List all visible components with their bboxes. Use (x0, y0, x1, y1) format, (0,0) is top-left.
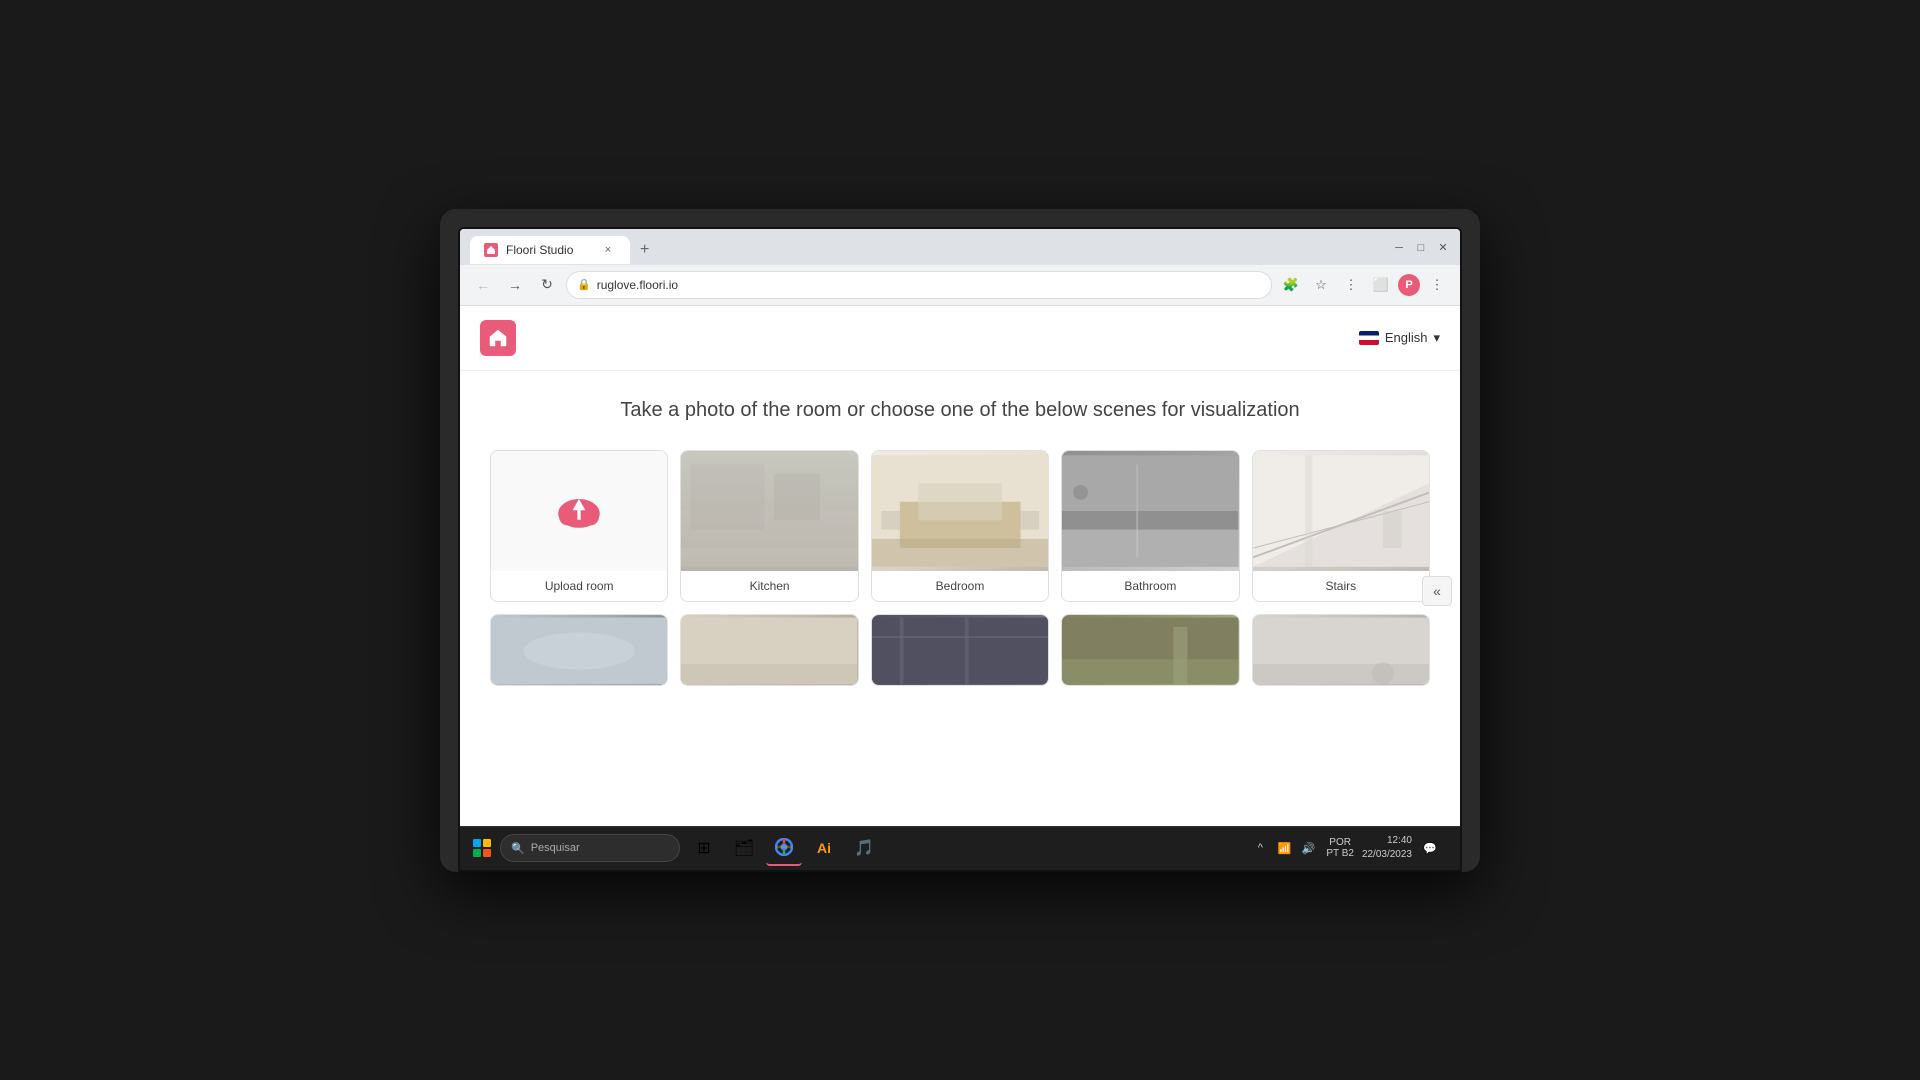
profile-icon[interactable]: P (1398, 274, 1420, 296)
taskbar-time: 12:40 (1362, 834, 1412, 848)
taskbar-apps: ⊞ 🗂 Ai 🎵 (686, 830, 882, 866)
maximize-button[interactable]: □ (1414, 241, 1428, 255)
kitchen-image (681, 451, 857, 571)
volume-icon[interactable]: 🔊 (1298, 838, 1318, 858)
laptop-shell: Floori Studio × + ─ □ ✕ ← → ↻ 🔒 ruglove. (440, 209, 1480, 872)
notification-icon[interactable]: 💬 (1420, 838, 1440, 858)
win-logo-square-2 (483, 839, 491, 847)
taskbar-app-chrome[interactable] (766, 830, 802, 866)
taskbar-app-other[interactable]: 🎵 (846, 830, 882, 866)
kitchen-label: Kitchen (681, 571, 857, 601)
upload-icon-container (552, 491, 606, 531)
windows-taskbar: 🔍 Pesquisar ⊞ 🗂 Ai (460, 826, 1460, 870)
taskbar-lang-code: POR (1326, 837, 1354, 848)
extensions-icon[interactable]: 🧩 (1278, 272, 1304, 298)
browser-titlebar: Floori Studio × + ─ □ ✕ (460, 229, 1460, 265)
windows-logo (473, 839, 491, 857)
taskbar-date: 22/03/2023 (1362, 848, 1412, 862)
puzzle-icon[interactable]: ⬜ (1368, 272, 1394, 298)
taskbar-app-files[interactable]: 🗂 (726, 830, 762, 866)
collapse-button[interactable]: « (1422, 576, 1452, 606)
bathroom-label: Bathroom (1062, 571, 1238, 601)
minimize-button[interactable]: ─ (1392, 241, 1406, 255)
network-icon[interactable]: 📶 (1274, 838, 1294, 858)
scene-partial-3[interactable] (871, 614, 1049, 686)
tab-close-button[interactable]: × (600, 242, 616, 258)
tab-favicon (484, 243, 498, 257)
address-bar[interactable]: 🔒 ruglove.floori.io (566, 271, 1272, 299)
show-desktop-button[interactable] (1448, 832, 1454, 864)
taskbar-lang-sub: PT B2 (1326, 848, 1354, 859)
bathroom-image (1062, 451, 1238, 571)
back-button[interactable]: ← (470, 272, 496, 298)
start-button[interactable] (466, 832, 498, 864)
scene-partial-3-image (872, 615, 1048, 686)
taskbar-app-multiview[interactable]: ⊞ (686, 830, 722, 866)
chevron-up-icon[interactable]: ^ (1250, 838, 1270, 858)
kitchen-card[interactable]: Kitchen (680, 450, 858, 602)
scene-partial-4-image (1062, 615, 1238, 686)
scene-grid-row2 (490, 614, 1430, 686)
site-header: English ▾ (460, 306, 1460, 371)
more-icon[interactable]: ⋮ (1424, 272, 1450, 298)
forward-button[interactable]: → (502, 272, 528, 298)
stairs-card[interactable]: Stairs (1252, 450, 1430, 602)
lock-icon: 🔒 (577, 278, 591, 291)
toolbar-icons: 🧩 ☆ ⋮ ⬜ P ⋮ (1278, 272, 1450, 298)
taskbar-clock[interactable]: 12:40 22/03/2023 (1362, 834, 1412, 862)
bedroom-image (872, 451, 1048, 571)
scene-partial-2[interactable] (680, 614, 858, 686)
upload-card-body (491, 451, 667, 571)
upload-room-card[interactable]: Upload room (490, 450, 668, 602)
search-placeholder-text: Pesquisar (531, 842, 580, 854)
laptop-screen: Floori Studio × + ─ □ ✕ ← → ↻ 🔒 ruglove. (458, 227, 1462, 872)
language-label: English (1385, 330, 1428, 345)
website-content: English ▾ Take a photo of the room or ch… (460, 306, 1460, 826)
language-arrow: ▾ (1433, 330, 1440, 346)
page-headline: Take a photo of the room or choose one o… (490, 399, 1430, 422)
taskbar-system-tray: ^ 📶 🔊 POR PT B2 12:40 22/03/2023 💬 (1250, 832, 1454, 864)
bedroom-card[interactable]: Bedroom (871, 450, 1049, 602)
win-logo-square-4 (483, 849, 491, 857)
browser-chrome: Floori Studio × + ─ □ ✕ ← → ↻ 🔒 ruglove. (460, 229, 1460, 306)
window-controls: ─ □ ✕ (1392, 241, 1450, 259)
language-selector[interactable]: English ▾ (1359, 330, 1440, 346)
scene-partial-2-image (681, 615, 857, 686)
scene-partial-1-image (491, 615, 667, 686)
scene-partial-4[interactable] (1061, 614, 1239, 686)
scene-grid-row1: Upload room K (490, 450, 1430, 602)
upload-room-label: Upload room (491, 571, 667, 601)
new-tab-button[interactable]: + (630, 235, 659, 265)
scene-partial-5[interactable] (1252, 614, 1430, 686)
tab-title: Floori Studio (506, 243, 573, 257)
win-logo-square-3 (473, 849, 481, 857)
bedroom-label: Bedroom (872, 571, 1048, 601)
taskbar-app-ai[interactable]: Ai (806, 830, 842, 866)
site-logo[interactable] (480, 320, 516, 356)
bookmark-icon[interactable]: ☆ (1308, 272, 1334, 298)
scene-partial-5-image (1253, 615, 1429, 686)
address-text: ruglove.floori.io (597, 278, 678, 292)
flag-icon (1359, 331, 1379, 345)
stairs-label: Stairs (1253, 571, 1429, 601)
taskbar-search-box[interactable]: 🔍 Pesquisar (500, 834, 680, 862)
taskbar-language: POR PT B2 (1326, 837, 1354, 859)
browser-tab[interactable]: Floori Studio × (470, 236, 630, 264)
close-button[interactable]: ✕ (1436, 241, 1450, 255)
site-main: Take a photo of the room or choose one o… (460, 371, 1460, 706)
win-logo-square-1 (473, 839, 481, 847)
bathroom-card[interactable]: Bathroom (1061, 450, 1239, 602)
scene-partial-1[interactable] (490, 614, 668, 686)
settings-icon[interactable]: ⋮ (1338, 272, 1364, 298)
browser-toolbar: ← → ↻ 🔒 ruglove.floori.io 🧩 ☆ ⋮ ⬜ P ⋮ (460, 265, 1460, 305)
system-icons: ^ 📶 🔊 (1250, 838, 1318, 858)
upload-cloud-icon (552, 491, 606, 531)
search-icon: 🔍 (511, 842, 525, 855)
refresh-button[interactable]: ↻ (534, 272, 560, 298)
stairs-image (1253, 451, 1429, 571)
